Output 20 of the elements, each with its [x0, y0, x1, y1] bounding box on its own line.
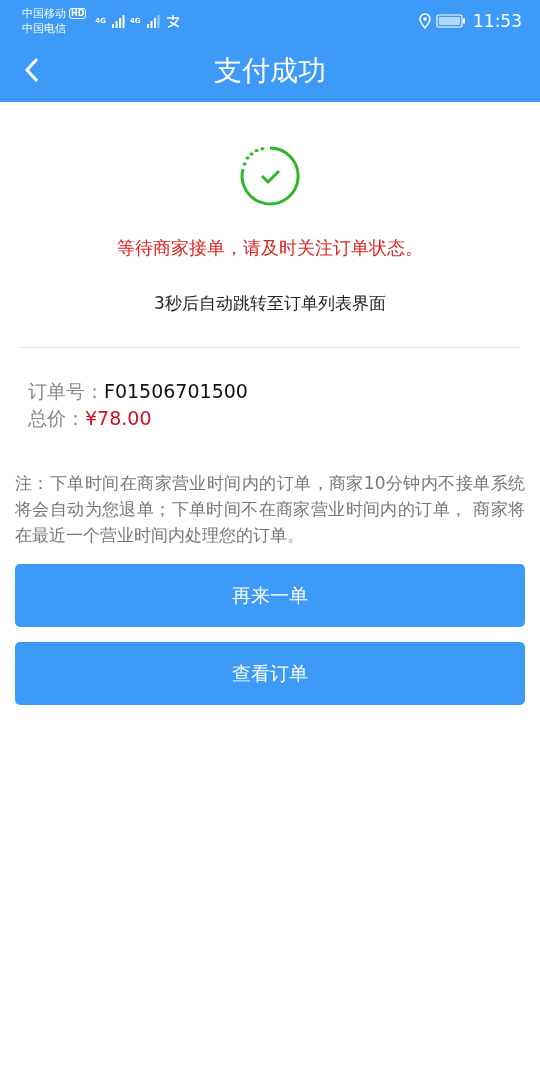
- battery-icon: [436, 14, 466, 28]
- order-number: F01506701500: [104, 380, 248, 402]
- clock-time: 11:53: [473, 11, 522, 31]
- carrier-name: 中国移动: [22, 6, 66, 21]
- action-button[interactable]: 再来一单: [15, 564, 525, 627]
- back-icon[interactable]: [24, 57, 40, 83]
- notice-text: 注：下单时间在商家营业时间内的订单，商家10分钟内不接单系统将会自动为您退单；下单时间不在商家营业时间内的订单， 商家将在最近一个营业时间内处理您的订单。: [15, 472, 525, 547]
- check-circle-icon: [240, 146, 300, 206]
- status-message: 等待商家接单，请及时关注订单状态。: [117, 236, 423, 260]
- signal-icon: [110, 14, 125, 28]
- signal-icon: [145, 14, 160, 28]
- redirect-note: 3秒后自动跳转至订单列表界面: [154, 292, 386, 315]
- hd-badge: HD: [69, 8, 87, 19]
- total-price: ¥78.00: [85, 407, 152, 429]
- carrier-name: 中国电信: [22, 21, 67, 36]
- location-icon: [419, 13, 431, 29]
- page-title: 支付成功: [214, 52, 326, 89]
- order-number-label: 订单号：: [28, 380, 104, 402]
- action-button[interactable]: 查看订单: [15, 642, 525, 705]
- price-label: 总价：: [28, 407, 85, 429]
